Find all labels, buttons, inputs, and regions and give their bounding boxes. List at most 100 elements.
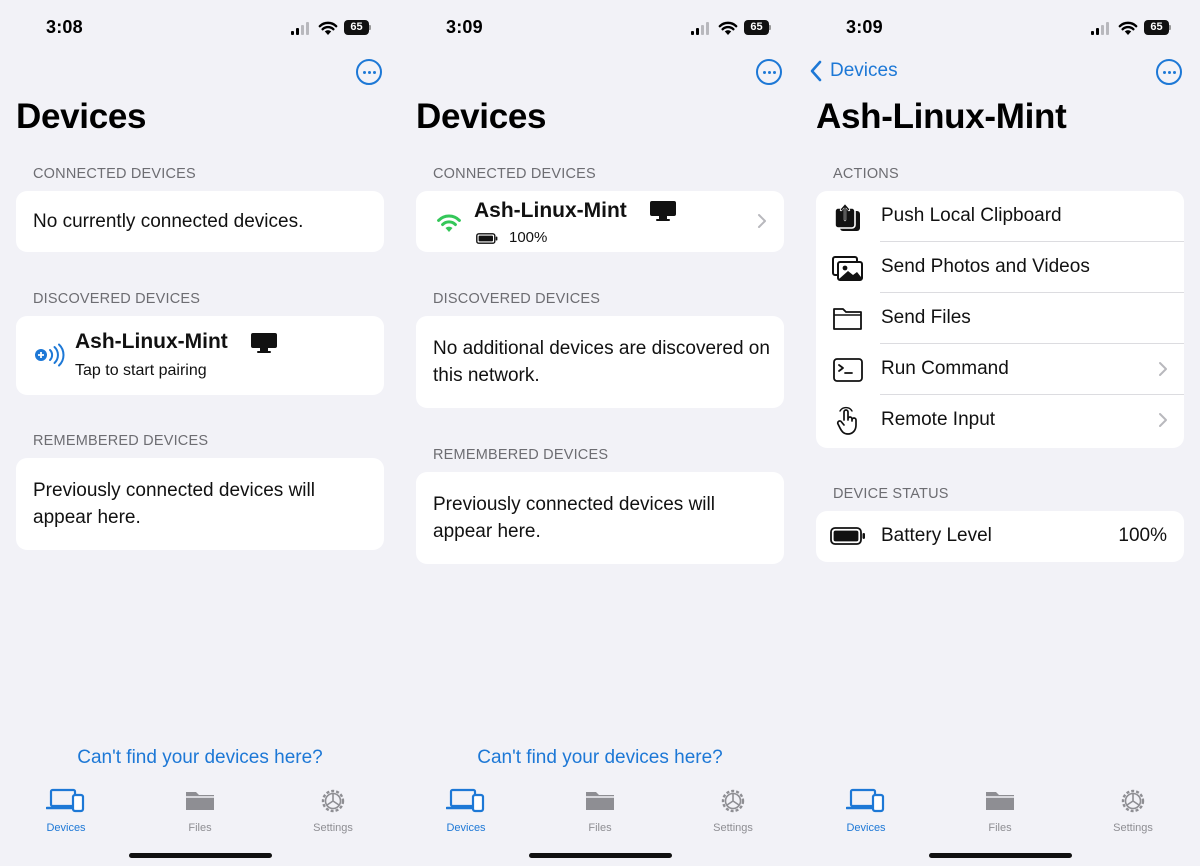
tab-devices[interactable]: Devices <box>416 786 516 834</box>
connected-device-name: Ash-Linux-Mint <box>474 199 627 222</box>
hand-pointer-icon <box>836 406 857 435</box>
remembered-devices-card: Previously connected devices will appear… <box>16 458 384 550</box>
discovered-devices-card: No additional devices are discovered on … <box>416 316 784 408</box>
help-link[interactable]: Can't find your devices here? <box>0 747 400 769</box>
remembered-empty-text: Previously connected devices will appear… <box>433 494 715 542</box>
tab-settings[interactable]: Settings <box>1083 786 1183 834</box>
cellular-signal-icon <box>1091 21 1113 35</box>
action-run-command[interactable]: Run Command <box>816 344 1184 395</box>
action-label: Send Photos and Videos <box>881 256 1090 277</box>
connected-empty-text: No currently connected devices. <box>33 211 304 232</box>
battery-level-value: 100% <box>1118 525 1167 546</box>
chevron-right-icon <box>1159 362 1167 376</box>
tab-files-label: Files <box>588 822 612 834</box>
action-label: Push Local Clipboard <box>881 205 1062 226</box>
folder-icon <box>833 308 862 330</box>
gear-icon <box>321 789 345 813</box>
photos-icon <box>832 256 863 281</box>
folder-icon <box>186 792 214 810</box>
battery-icon <box>476 233 498 244</box>
clipboard-upload-icon <box>834 203 860 231</box>
wifi-status-icon <box>718 21 738 35</box>
battery-level-label: Battery Level <box>881 525 992 546</box>
action-label: Remote Input <box>881 409 996 430</box>
action-label: Run Command <box>881 358 1009 379</box>
devices-screen-empty: 3:08 65 Devices CONNECTED DEVICES No cur… <box>0 0 400 866</box>
cellular-signal-icon <box>691 21 713 35</box>
devices-screen-connected: 3:09 65 Devices CONNECTED DEVICES Ash-Li… <box>400 0 800 866</box>
remembered-empty-text: Previously connected devices will appear… <box>33 480 315 528</box>
discovered-devices-header: DISCOVERED DEVICES <box>33 291 201 307</box>
tab-devices-label: Devices <box>446 822 486 834</box>
page-title: Ash-Linux-Mint <box>816 97 1067 136</box>
actions-header: ACTIONS <box>833 166 899 182</box>
cellular-signal-icon <box>291 21 313 35</box>
tab-files[interactable]: Files <box>150 786 250 834</box>
laptop-phone-icon <box>45 788 85 813</box>
wifi-status-icon <box>318 21 338 35</box>
discovered-devices-header: DISCOVERED DEVICES <box>433 291 601 307</box>
status-time: 3:09 <box>446 17 483 37</box>
connected-device-row[interactable]: Ash-Linux-Mint 100% <box>416 191 784 252</box>
tab-files[interactable]: Files <box>950 786 1050 834</box>
more-options-button[interactable] <box>756 59 782 85</box>
battery-level-row: Battery Level 100% <box>816 511 1184 562</box>
remembered-devices-header: REMEMBERED DEVICES <box>433 447 609 463</box>
tab-settings[interactable]: Settings <box>683 786 783 834</box>
gear-icon <box>1121 789 1145 813</box>
tab-devices[interactable]: Devices <box>816 786 916 834</box>
tab-settings-label: Settings <box>313 822 353 834</box>
wifi-connected-icon <box>437 214 461 232</box>
tab-settings[interactable]: Settings <box>283 786 383 834</box>
action-remote-input[interactable]: Remote Input <box>816 395 1184 446</box>
terminal-icon <box>833 358 863 382</box>
status-bar: 3:09 65 <box>400 14 800 40</box>
help-link[interactable]: Can't find your devices here? <box>400 747 800 769</box>
tab-settings-label: Settings <box>713 822 753 834</box>
status-bar: 3:08 65 <box>0 14 400 40</box>
battery-icon <box>830 527 865 545</box>
home-indicator[interactable] <box>129 853 272 858</box>
pairing-hint: Tap to start pairing <box>75 362 207 379</box>
folder-icon <box>586 792 614 810</box>
status-time: 3:08 <box>46 17 83 37</box>
tab-devices[interactable]: Devices <box>16 786 116 834</box>
actions-card: Push Local Clipboard Send Photos and Vid… <box>816 191 1184 448</box>
status-time: 3:09 <box>846 17 883 37</box>
pairing-broadcast-icon <box>35 343 65 367</box>
connected-devices-card: No currently connected devices. <box>16 191 384 252</box>
action-send-photos[interactable]: Send Photos and Videos <box>816 242 1184 293</box>
more-options-button[interactable] <box>356 59 382 85</box>
action-label: Send Files <box>881 307 971 328</box>
discovered-empty-text: No additional devices are discovered on … <box>433 338 770 386</box>
chevron-right-icon <box>758 214 766 228</box>
status-bar: 3:09 65 <box>800 14 1200 40</box>
wifi-status-icon <box>1118 21 1138 35</box>
page-title: Devices <box>16 97 147 136</box>
action-push-clipboard[interactable]: Push Local Clipboard <box>816 191 1184 242</box>
discovered-device-row[interactable]: Ash-Linux-Mint Tap to start pairing <box>16 316 384 395</box>
more-options-button[interactable] <box>1156 59 1182 85</box>
desktop-icon <box>650 201 676 221</box>
connected-devices-header: CONNECTED DEVICES <box>433 166 596 182</box>
tab-files[interactable]: Files <box>550 786 650 834</box>
device-status-header: DEVICE STATUS <box>833 486 949 502</box>
laptop-phone-icon <box>445 788 485 813</box>
tab-devices-label: Devices <box>46 822 86 834</box>
page-title: Devices <box>416 97 547 136</box>
battery-status-icon: 65 <box>1144 20 1172 35</box>
battery-status-icon: 65 <box>744 20 772 35</box>
tab-devices-label: Devices <box>846 822 886 834</box>
discovered-device-name: Ash-Linux-Mint <box>75 330 228 353</box>
remembered-devices-card: Previously connected devices will appear… <box>416 472 784 564</box>
folder-icon <box>986 792 1014 810</box>
back-button[interactable]: Devices <box>810 57 898 85</box>
chevron-left-icon <box>810 60 822 82</box>
gear-icon <box>721 789 745 813</box>
home-indicator[interactable] <box>529 853 672 858</box>
screens-container: 3:08 65 Devices CONNECTED DEVICES No cur… <box>0 0 1200 866</box>
home-indicator[interactable] <box>929 853 1072 858</box>
tab-files-label: Files <box>988 822 1012 834</box>
action-send-files[interactable]: Send Files <box>816 293 1184 344</box>
tab-files-label: Files <box>188 822 212 834</box>
